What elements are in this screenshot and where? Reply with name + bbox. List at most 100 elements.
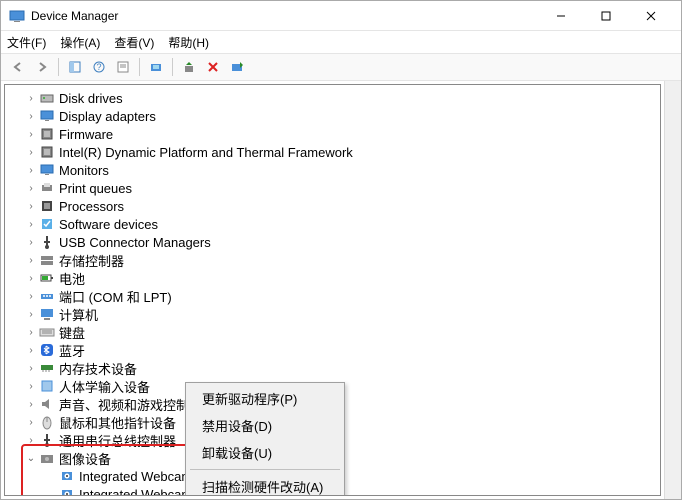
battery-icon — [39, 270, 55, 286]
tree-item-label: Monitors — [59, 163, 109, 178]
menu-file[interactable]: 文件(F) — [7, 34, 46, 51]
sound-icon — [39, 396, 55, 412]
tree-item-label: 蓝牙 — [59, 341, 85, 360]
tree-item[interactable]: ›Processors — [5, 197, 660, 215]
context-menu-item[interactable]: 扫描检测硬件改动(A) — [188, 473, 342, 496]
uninstall-button[interactable] — [202, 56, 224, 78]
tree-item-label: USB Connector Managers — [59, 235, 211, 250]
monitor-icon — [39, 162, 55, 178]
tree-item-label: 图像设备 — [59, 449, 111, 468]
keyboard-icon — [39, 324, 55, 340]
tree-item[interactable]: ›计算机 — [5, 305, 660, 323]
tree-item[interactable]: › Monitors — [5, 161, 660, 179]
printer-icon — [39, 180, 55, 196]
device-tree[interactable]: ›Disk drives›Display adapters›Firmware›I… — [4, 84, 661, 496]
monitor-icon — [39, 108, 55, 124]
show-hide-button[interactable] — [64, 56, 86, 78]
expand-icon[interactable]: › — [25, 290, 37, 302]
maximize-button[interactable] — [583, 2, 628, 30]
expand-icon[interactable]: › — [25, 110, 37, 122]
expand-icon[interactable]: › — [25, 254, 37, 266]
tree-item[interactable]: › Disk drives — [5, 89, 660, 107]
expand-icon[interactable]: › — [25, 146, 37, 158]
expand-icon[interactable]: › — [25, 236, 37, 248]
expand-icon[interactable]: › — [25, 416, 37, 428]
expand-icon — [45, 470, 57, 482]
cpu-icon — [39, 198, 55, 214]
svg-text:?: ? — [96, 62, 101, 72]
chip-icon — [39, 144, 55, 160]
tree-item-label: 键盘 — [59, 323, 85, 342]
chip-icon — [39, 126, 55, 142]
tree-item[interactable]: › USB Connector Managers — [5, 233, 660, 251]
minimize-button[interactable] — [538, 2, 583, 30]
back-button[interactable] — [7, 56, 29, 78]
tree-item-label: Disk drives — [59, 91, 123, 106]
expand-icon[interactable]: › — [25, 308, 37, 320]
tree-item-label: 端口 (COM 和 LPT) — [59, 287, 172, 306]
tree-item[interactable]: ›Software devices — [5, 215, 660, 233]
storage-icon — [39, 252, 55, 268]
forward-button[interactable] — [31, 56, 53, 78]
update-driver-button[interactable] — [178, 56, 200, 78]
tree-item[interactable]: › 电池 — [5, 269, 660, 287]
expand-icon[interactable]: › — [25, 326, 37, 338]
tree-item-label: Firmware — [59, 127, 113, 142]
scan-button[interactable] — [145, 56, 167, 78]
help-button[interactable]: ? — [88, 56, 110, 78]
tree-item-label: 通用串行总线控制器 — [59, 431, 176, 450]
computer-icon — [39, 306, 55, 322]
menu-action[interactable]: 操作(A) — [60, 34, 100, 51]
expand-icon[interactable]: › — [25, 92, 37, 104]
tree-item[interactable]: › 内存技术设备 — [5, 359, 660, 377]
tree-item-label: 电池 — [59, 269, 85, 288]
content-area: ›Disk drives›Display adapters›Firmware›I… — [1, 81, 681, 499]
tree-item-label: Integrated Webcam — [79, 469, 192, 484]
expand-icon[interactable]: › — [25, 218, 37, 230]
expand-icon[interactable]: › — [25, 362, 37, 374]
menu-help[interactable]: 帮助(H) — [168, 34, 209, 51]
context-menu: 更新驱动程序(P)禁用设备(D)卸载设备(U)扫描检测硬件改动(A)属性(R) — [185, 382, 345, 496]
tree-item-label: 存储控制器 — [59, 251, 124, 270]
expand-icon[interactable]: › — [25, 398, 37, 410]
tree-item-label: 声音、视频和游戏控制器 — [59, 395, 202, 414]
tree-item[interactable]: › Print queues — [5, 179, 660, 197]
tree-item[interactable]: › 键盘 — [5, 323, 660, 341]
tree-item[interactable]: ›Intel(R) Dynamic Platform and Thermal F… — [5, 143, 660, 161]
context-menu-item[interactable]: 更新驱动程序(P) — [188, 385, 342, 412]
app-icon — [9, 8, 25, 24]
mouse-icon — [39, 414, 55, 430]
tree-item[interactable]: › 端口 (COM 和 LPT) — [5, 287, 660, 305]
expand-icon[interactable]: › — [25, 272, 37, 284]
context-menu-item[interactable]: 卸载设备(U) — [188, 439, 342, 466]
expand-icon[interactable]: › — [25, 380, 37, 392]
tree-item[interactable]: › Firmware — [5, 125, 660, 143]
expand-icon[interactable]: › — [25, 200, 37, 212]
window-title: Device Manager — [31, 9, 538, 23]
close-button[interactable] — [628, 2, 673, 30]
properties-button[interactable] — [112, 56, 134, 78]
tree-item[interactable]: ›Display adapters — [5, 107, 660, 125]
separator — [172, 58, 173, 76]
context-menu-item[interactable]: 禁用设备(D) — [188, 412, 342, 439]
disk-icon — [39, 90, 55, 106]
expand-icon[interactable]: › — [25, 434, 37, 446]
device-manager-window: Device Manager 文件(F) 操作(A) 查看(V) 帮助(H) ?… — [0, 0, 682, 500]
titlebar: Device Manager — [1, 1, 681, 31]
expand-icon[interactable]: › — [25, 128, 37, 140]
expand-icon[interactable]: › — [25, 182, 37, 194]
tree-item-label: Integrated Webcam — [79, 487, 192, 497]
software-icon — [39, 216, 55, 232]
tree-item-label: 鼠标和其他指针设备 — [59, 413, 176, 432]
tree-item-label: 内存技术设备 — [59, 359, 137, 378]
menu-view[interactable]: 查看(V) — [114, 34, 154, 51]
disable-button[interactable] — [226, 56, 248, 78]
vertical-scrollbar[interactable] — [664, 81, 681, 499]
tree-item-label: Print queues — [59, 181, 132, 196]
expand-icon[interactable]: › — [25, 164, 37, 176]
tree-item[interactable]: › 存储控制器 — [5, 251, 660, 269]
tree-item[interactable]: › 蓝牙 — [5, 341, 660, 359]
collapse-icon[interactable]: ⌄ — [25, 452, 37, 464]
expand-icon[interactable]: › — [25, 344, 37, 356]
bluetooth-icon — [39, 342, 55, 358]
